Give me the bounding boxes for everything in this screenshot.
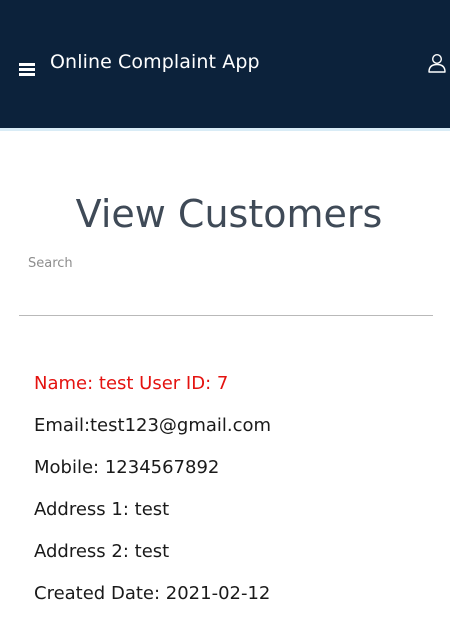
search-input[interactable] <box>19 280 433 312</box>
user-profile-icon[interactable] <box>427 53 447 73</box>
customer-address-2: Address 2: test <box>34 541 170 562</box>
search-label: Search <box>28 256 73 271</box>
page-title: View Customers <box>75 192 383 236</box>
customer-name-id: Name: test User ID: 7 <box>34 373 229 394</box>
app-header: Online Complaint App <box>0 0 450 131</box>
search-field: Search <box>19 254 433 316</box>
customer-mobile: Mobile: 1234567892 <box>34 457 220 478</box>
customer-created-date: Created Date: 2021-02-12 <box>34 583 271 604</box>
hamburger-menu-icon[interactable] <box>19 63 35 76</box>
customer-address-1: Address 1: test <box>34 499 170 520</box>
app-title: Online Complaint App <box>50 51 260 73</box>
customer-email: Email:test123@gmail.com <box>34 415 272 436</box>
customer-record: Name: test User ID: 7 Email:test123@gmai… <box>34 372 434 624</box>
